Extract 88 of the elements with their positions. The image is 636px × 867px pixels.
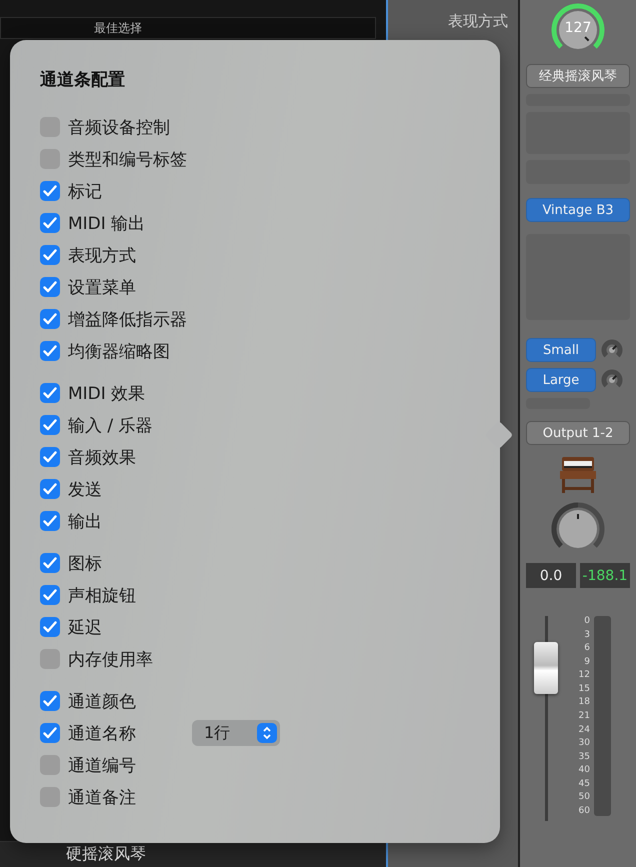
option-label: 均衡器缩略图 (68, 340, 170, 362)
scale-label: 21 (578, 710, 590, 721)
output-button[interactable]: Output 1-2 (526, 421, 630, 445)
checkbox[interactable] (40, 415, 60, 435)
send-button[interactable]: Large (526, 368, 596, 392)
scale-label: 0 (584, 616, 590, 626)
option-label: 音频效果 (68, 446, 136, 468)
scale-label: 60 (578, 806, 590, 816)
checkbox[interactable] (40, 585, 60, 605)
chevron-icon (257, 723, 277, 743)
scale-label: 50 (578, 792, 590, 802)
checkbox[interactable] (40, 447, 60, 467)
scale-label: 15 (578, 684, 590, 694)
track-name[interactable]: 硬摇滚风琴 (0, 841, 386, 867)
checkbox[interactable] (40, 723, 60, 743)
check-icon (43, 557, 57, 569)
check-icon (43, 695, 57, 707)
check-icon (43, 249, 57, 261)
scale-label: 40 (578, 765, 590, 776)
scale-label: 30 (578, 738, 590, 748)
checkbox[interactable] (40, 511, 60, 531)
scale-label: 6 (584, 643, 590, 654)
option-label: 发送 (68, 478, 102, 500)
check-icon (43, 451, 57, 463)
option-label: 输出 (68, 510, 102, 532)
check-icon (43, 281, 57, 293)
option-label: 通道编号 (68, 754, 136, 776)
option-label: 设置菜单 (68, 276, 136, 298)
check-icon (43, 419, 57, 431)
checkbox[interactable] (40, 149, 60, 169)
checkbox[interactable] (40, 649, 60, 669)
option-label: 类型和编号标签 (68, 148, 187, 170)
check-icon (43, 185, 57, 197)
option-label: MIDI 输出 (68, 212, 146, 234)
scale-label: 18 (578, 697, 590, 708)
checkbox[interactable] (40, 691, 60, 711)
scale-label: 45 (578, 778, 590, 789)
checkbox[interactable] (40, 755, 60, 775)
scale-label: 24 (578, 724, 590, 734)
fader-handle[interactable] (534, 642, 558, 694)
scale-label: 35 (578, 752, 590, 762)
checkbox[interactable] (40, 341, 60, 361)
checkbox[interactable] (40, 383, 60, 403)
checkbox[interactable] (40, 309, 60, 329)
option-label: 通道备注 (68, 786, 136, 808)
send-button[interactable]: Small (526, 338, 596, 362)
check-icon (43, 387, 57, 399)
option-label: 声相旋钮 (68, 584, 136, 606)
scale-label: 3 (584, 630, 590, 640)
option-label: 表现方式 (68, 244, 136, 266)
option-label: 内存使用率 (68, 648, 153, 670)
checkbox[interactable] (40, 181, 60, 201)
check-icon (43, 589, 57, 601)
option-label: 通道名称 (68, 722, 136, 744)
option-label: 通道颜色 (68, 690, 136, 712)
check-icon (43, 345, 57, 357)
checkbox[interactable] (40, 117, 60, 137)
scale-label: 9 (584, 656, 590, 667)
scale-label: 12 (578, 670, 590, 680)
checkbox[interactable] (40, 787, 60, 807)
lines-dropdown[interactable]: 1行 (192, 720, 280, 746)
option-label: 延迟 (68, 616, 102, 638)
gain-readout: 0.0 (526, 563, 576, 588)
peak-readout: -188.1 (580, 563, 630, 588)
option-label: 标记 (68, 180, 102, 202)
column-header: 最佳选择 (0, 17, 376, 39)
check-icon (43, 483, 57, 495)
popover-title: 通道条配置 (40, 69, 126, 91)
check-icon (43, 313, 57, 325)
setting-button[interactable]: 经典摇滚风琴 (526, 64, 630, 88)
check-icon (43, 217, 57, 229)
option-label: MIDI 效果 (68, 382, 146, 404)
checkbox[interactable] (40, 617, 60, 637)
instrument-button[interactable]: Vintage B3 (526, 198, 630, 222)
row-label: 表现方式 (448, 12, 508, 31)
check-icon (43, 621, 57, 633)
checkbox[interactable] (40, 553, 60, 573)
check-icon (43, 515, 57, 527)
checkbox[interactable] (40, 245, 60, 265)
option-label: 图标 (68, 552, 102, 574)
checkbox[interactable] (40, 277, 60, 297)
knob-value: 127 (564, 20, 592, 36)
checkbox[interactable] (40, 213, 60, 233)
checkbox[interactable] (40, 479, 60, 499)
option-label: 音频设备控制 (68, 116, 170, 138)
option-label: 输入 / 乐器 (68, 414, 153, 436)
option-label: 增益降低指示器 (68, 308, 187, 330)
check-icon (43, 727, 57, 739)
